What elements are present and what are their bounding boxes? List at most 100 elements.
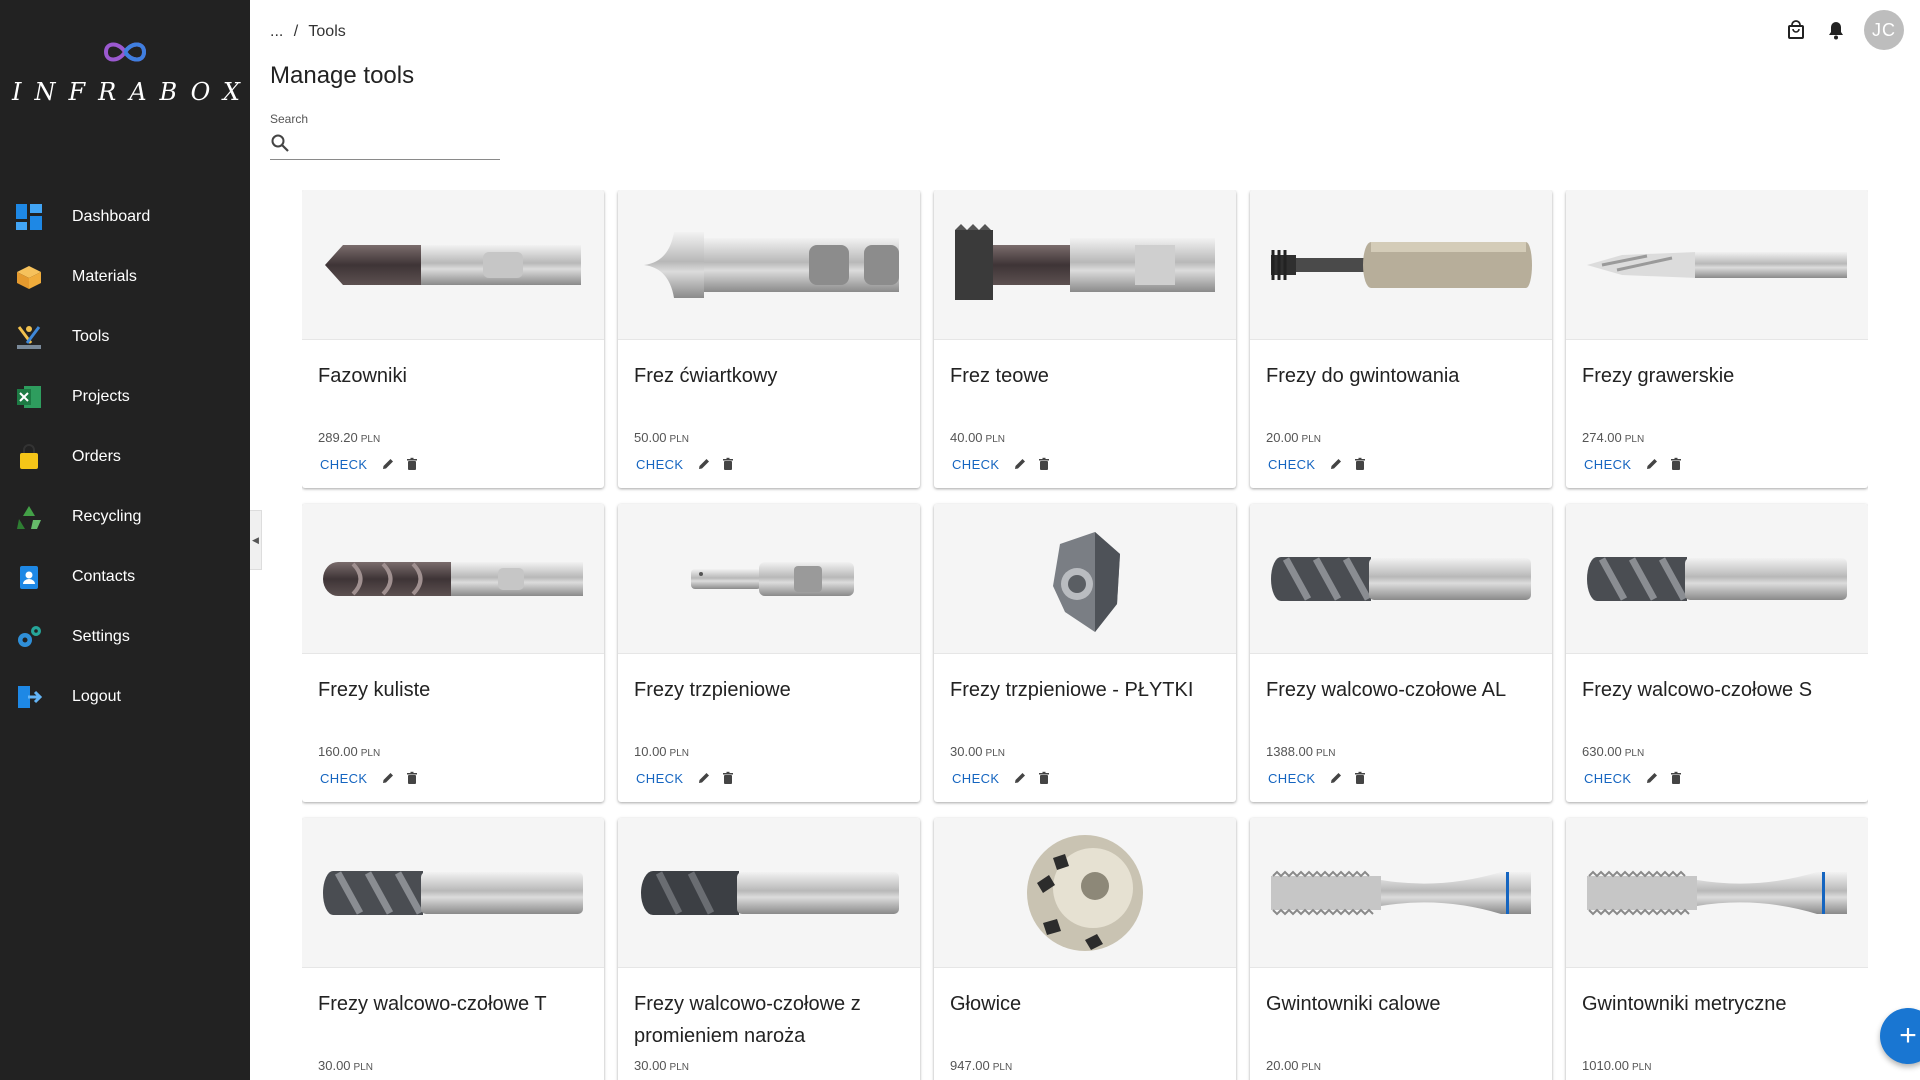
notifications-bell-icon[interactable] — [1824, 18, 1848, 42]
tool-price: 10.00 PLN — [634, 744, 689, 759]
delete-trash-icon[interactable] — [400, 766, 424, 790]
check-button[interactable]: CHECK — [944, 768, 1008, 789]
sidebar-item-orders[interactable]: Orders — [0, 427, 250, 487]
tool-card[interactable]: Fazowniki 289.20 PLN CHECK — [302, 190, 604, 488]
sidebar-item-settings[interactable]: Settings — [0, 607, 250, 667]
sidebar-item-contacts[interactable]: Contacts — [0, 547, 250, 607]
edit-pencil-icon[interactable] — [376, 452, 400, 476]
sidebar-item-dashboard[interactable]: Dashboard — [0, 187, 250, 247]
delete-trash-icon[interactable] — [1032, 452, 1056, 476]
check-button[interactable]: CHECK — [1576, 768, 1640, 789]
sidebar-item-label: Materials — [72, 268, 137, 285]
tool-card[interactable]: Frezy walcowo-czołowe T30.00PLNCHECK — [302, 818, 604, 1080]
tool-card[interactable]: Frezy walcowo-czołowe AL 1388.00 PLN CHECK — [1250, 504, 1552, 802]
delete-trash-icon[interactable] — [400, 452, 424, 476]
price-currency: PLN — [985, 748, 1005, 759]
edit-pencil-icon[interactable] — [692, 766, 716, 790]
delete-trash-icon[interactable] — [1664, 452, 1688, 476]
tool-image — [1566, 504, 1868, 654]
check-button[interactable]: CHECK — [628, 768, 692, 789]
delete-trash-icon[interactable] — [1032, 766, 1056, 790]
check-button[interactable]: CHECK — [1260, 768, 1324, 789]
tool-name: Frez teowe — [950, 365, 1049, 387]
sidebar-item-materials[interactable]: Materials — [0, 247, 250, 307]
edit-pencil-icon[interactable] — [1008, 452, 1032, 476]
sidebar-nav: Dashboard Materials Tools Projects Order… — [0, 187, 250, 727]
recycle-icon — [14, 502, 44, 532]
search-input[interactable] — [298, 137, 500, 154]
sidebar-item-recycling[interactable]: Recycling — [0, 487, 250, 547]
tool-card[interactable]: Frez teowe 40.00 PLN CHECK — [934, 190, 1236, 488]
delete-trash-icon[interactable] — [1664, 766, 1688, 790]
tool-card[interactable]: Głowice947.00PLNCHECK — [934, 818, 1236, 1080]
brand-name: INFRABOX — [12, 78, 253, 106]
sidebar-item-tools[interactable]: Tools — [0, 307, 250, 367]
price-value: 274.00 — [1582, 430, 1622, 445]
check-button[interactable]: CHECK — [1576, 454, 1640, 475]
chevron-left-icon: ◀ — [252, 534, 259, 545]
breadcrumb-root[interactable]: ... — [270, 23, 283, 40]
edit-pencil-icon[interactable] — [376, 766, 400, 790]
delete-trash-icon[interactable] — [716, 766, 740, 790]
search-label: Search — [270, 112, 309, 126]
card-actions: CHECK — [312, 452, 424, 476]
tool-card[interactable]: Frezy walcowo-czołowe S 630.00 PLN CHECK — [1566, 504, 1868, 802]
shopping-bag-icon[interactable] — [1784, 18, 1808, 42]
edit-pencil-icon[interactable] — [1324, 766, 1348, 790]
search-icon — [270, 133, 290, 158]
price-currency: PLN — [360, 748, 381, 759]
delete-trash-icon[interactable] — [716, 452, 740, 476]
sidebar-item-logout[interactable]: Logout — [0, 667, 250, 727]
sidebar-item-label: Logout — [72, 688, 121, 705]
tool-card[interactable]: Frezy trzpieniowe - PŁYTKI 30.00 PLN CHECK — [934, 504, 1236, 802]
tool-image — [934, 504, 1236, 654]
tool-price: 1010.00 PLN — [1582, 1058, 1651, 1073]
tool-name: Frezy trzpieniowe - PŁYTKI — [950, 679, 1194, 701]
check-button[interactable]: CHECK — [1260, 454, 1324, 475]
sidebar-item-projects[interactable]: Projects — [0, 367, 250, 427]
delete-trash-icon[interactable] — [1348, 766, 1372, 790]
breadcrumb: ... / Tools — [270, 23, 352, 41]
add-tool-button[interactable]: + — [1880, 1008, 1920, 1064]
logo[interactable]: INFRABOX — [0, 40, 250, 106]
tool-card[interactable]: Frez ćwiartkowy 50.00 PLN CHECK — [618, 190, 920, 488]
delete-trash-icon[interactable] — [1348, 452, 1372, 476]
edit-pencil-icon[interactable] — [1324, 452, 1348, 476]
tools-grid: Fazowniki 289.20 PLN CHECK Frez ćwiartkowy 50… — [302, 190, 1868, 1080]
tool-card[interactable]: Gwintowniki metryczne1010.00PLNCHECK — [1566, 818, 1868, 1080]
tool-image — [1566, 190, 1868, 340]
tool-image — [1250, 190, 1552, 340]
tool-card[interactable]: Frezy kuliste 160.00 PLN CHECK — [302, 504, 604, 802]
tool-price: 20.00 PLN — [1266, 1058, 1321, 1073]
price-currency: PLN — [1316, 748, 1336, 759]
edit-pencil-icon[interactable] — [1008, 766, 1032, 790]
edit-pencil-icon[interactable] — [1640, 452, 1664, 476]
page-title: Manage tools — [270, 62, 415, 89]
avatar[interactable]: JC — [1864, 10, 1904, 50]
check-button[interactable]: CHECK — [944, 454, 1008, 475]
tool-price: 274.00 PLN — [1582, 430, 1644, 445]
sidebar-collapse-handle[interactable]: ◀ — [250, 510, 262, 570]
sidebar-item-label: Tools — [72, 328, 110, 345]
spreadsheet-icon — [14, 382, 44, 412]
price-value: 20.00 — [1266, 430, 1299, 445]
tool-image — [302, 818, 604, 968]
tool-card[interactable]: Frezy trzpieniowe 10.00 PLN CHECK — [618, 504, 920, 802]
tool-card[interactable]: Frezy do gwintowania 20.00 PLN CHECK — [1250, 190, 1552, 488]
check-button[interactable]: CHECK — [312, 454, 376, 475]
price-currency: PLN — [1632, 1062, 1652, 1073]
shopping-bag-icon — [14, 442, 44, 472]
tool-price: 30.00 PLN — [318, 1058, 373, 1073]
check-button[interactable]: CHECK — [628, 454, 692, 475]
tool-name: Frezy kuliste — [318, 679, 431, 701]
tool-card[interactable]: Gwintowniki calowe20.00PLNCHECK — [1250, 818, 1552, 1080]
price-value: 1010.00 — [1582, 1058, 1629, 1073]
tool-card[interactable]: Frezy grawerskie 274.00 PLN CHECK — [1566, 190, 1868, 488]
price-currency: PLN — [1301, 1062, 1321, 1073]
check-button[interactable]: CHECK — [312, 768, 376, 789]
sidebar-item-label: Settings — [72, 628, 130, 645]
edit-pencil-icon[interactable] — [692, 452, 716, 476]
tool-price: 630.00 PLN — [1582, 744, 1644, 759]
tool-card[interactable]: Frezy walcowo-czołowe z promieniem naroż… — [618, 818, 920, 1080]
edit-pencil-icon[interactable] — [1640, 766, 1664, 790]
